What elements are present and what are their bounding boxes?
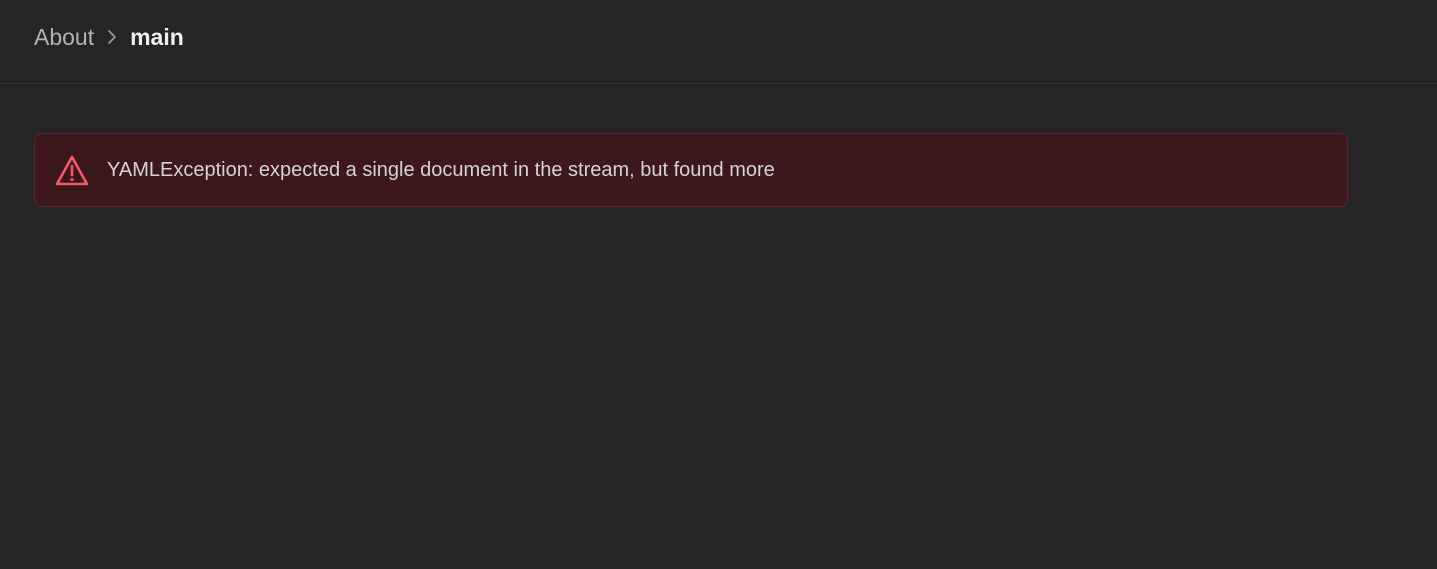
error-message: YAMLException: expected a single documen… [107, 159, 775, 181]
breadcrumb-current-page: main [130, 24, 184, 50]
breadcrumb-about-link[interactable]: About [34, 22, 94, 52]
page-header: About main [0, 0, 1437, 84]
warning-triangle-icon [53, 152, 91, 190]
breadcrumb: About main [34, 22, 184, 52]
error-banner: YAMLException: expected a single documen… [34, 133, 1348, 207]
chevron-right-icon [94, 22, 130, 52]
